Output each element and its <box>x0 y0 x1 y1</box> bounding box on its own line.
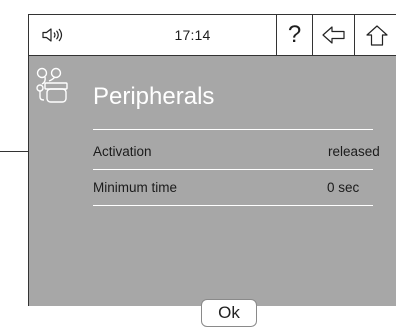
divider-middle <box>93 169 373 170</box>
activation-label[interactable]: Activation <box>93 143 152 161</box>
minimum-time-label[interactable]: Minimum time <box>93 179 177 197</box>
volume-button[interactable] <box>29 15 109 55</box>
ok-button[interactable]: Ok <box>201 299 257 327</box>
peripherals-icon <box>36 67 68 103</box>
back-button[interactable] <box>313 15 355 55</box>
speaker-icon <box>42 28 63 42</box>
help-button[interactable]: ? <box>277 15 313 55</box>
clock-time: 17:14 <box>109 15 277 55</box>
home-button[interactable] <box>355 15 396 55</box>
home-icon <box>366 25 388 46</box>
peripherals-screen: Peripherals Activation released Minimum … <box>28 56 396 327</box>
device-display: 17:14 ? Peripherals Activation released … <box>28 14 396 327</box>
activation-value[interactable]: released <box>328 143 380 161</box>
divider-bottom <box>93 205 373 206</box>
divider-top <box>93 129 373 130</box>
minimum-time-value[interactable]: 0 sec <box>327 179 359 197</box>
status-bar: 17:14 ? <box>28 14 396 56</box>
page-title: Peripherals <box>93 83 215 110</box>
back-arrow-icon <box>321 26 345 44</box>
